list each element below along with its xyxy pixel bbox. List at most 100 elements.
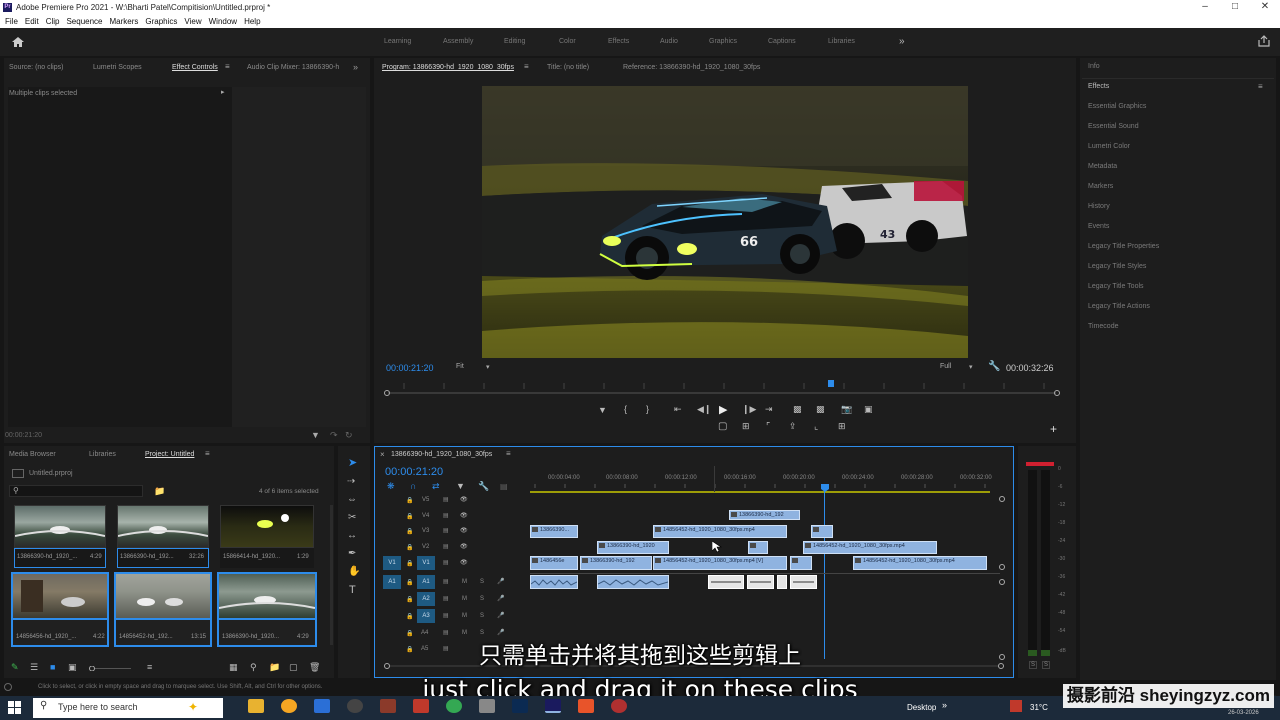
more-tabs-icon[interactable]: » [353,62,358,72]
timeline-audio-clip[interactable] [597,575,669,589]
tab-effect-controls[interactable]: Effect Controls [172,64,218,71]
app-icon[interactable] [413,699,429,713]
track-label-a2[interactable]: A2 [417,592,435,606]
nest-icon[interactable]: ❋ [387,481,395,492]
sync-lock-icon[interactable]: ▤ [443,543,449,550]
source-patch-a1[interactable]: A1 [383,575,401,589]
project-thumbnail[interactable] [114,572,212,620]
workspace-editing[interactable]: Editing [504,38,525,45]
timeline-clip-v2[interactable]: 13866390-hd_1920 [597,541,669,554]
eye-icon[interactable]: 👁 [460,527,468,534]
windows-start-icon[interactable] [8,701,22,715]
menu-markers[interactable]: Markers [110,17,139,26]
premiere-taskbar-icon[interactable] [545,699,561,713]
source-patch-v1[interactable]: V1 [383,556,401,570]
desktop-toolbar[interactable]: Desktop [907,703,936,712]
workspace-learning[interactable]: Learning [384,38,411,45]
timeline-clip-v1[interactable]: 14856452-hd_1920_1080_30fps.mp4 [V] [653,556,787,570]
project-thumbnail[interactable] [14,505,106,548]
tab-media-browser[interactable]: Media Browser [9,451,56,458]
eye-icon[interactable]: 👁 [460,496,468,503]
panel-legacy-title-properties[interactable]: Legacy Title Properties [1088,243,1159,250]
sync-lock-icon[interactable]: ▤ [443,595,449,602]
go-to-next-edit-icon[interactable]: ⌞ [814,421,818,432]
tab-reference[interactable]: Reference: 13866390-hd_1920_1080_30fps [623,64,760,71]
tab-libraries[interactable]: Libraries [89,451,116,458]
solo-button[interactable]: S [480,579,484,585]
tab-audio-clip-mixer[interactable]: Audio Clip Mixer: 13866390-h [247,64,339,71]
solo-button[interactable]: S [480,596,484,602]
lock-icon[interactable]: 🔒 [406,513,413,520]
lock-icon[interactable]: 🔒 [406,528,413,535]
app-icon[interactable] [380,699,396,713]
eye-icon[interactable]: 👁 [460,512,468,519]
microphone-icon[interactable]: 🎤 [497,629,504,636]
timeline-clip-v1[interactable]: 14856452-hd_1920_1080_30fps.mp4 [853,556,987,570]
ripple-icon[interactable]: ⊞ [838,421,846,432]
weather-temperature[interactable]: 31°C [1030,703,1048,712]
sync-lock-icon[interactable]: ▤ [443,612,449,619]
workspace-captions[interactable]: Captions [768,38,796,45]
app-icon[interactable] [611,699,627,713]
lock-icon[interactable]: 🔒 [406,613,413,620]
trim-icon[interactable]: ⊞ [742,421,750,432]
tray-app-icon[interactable] [1010,700,1022,712]
app-icon[interactable] [347,699,363,713]
mute-button[interactable]: M [462,579,467,585]
new-bin-icon[interactable]: 📁 [154,486,165,497]
app-icon[interactable] [281,699,297,713]
razor-tool-icon[interactable]: ✂ [348,512,356,523]
brave-icon[interactable] [578,699,594,713]
settings-wrench-icon[interactable]: 🔧 [478,481,489,492]
mute-button[interactable]: M [462,596,467,602]
go-to-prev-edit-icon[interactable]: ⌜ [766,421,770,432]
mute-button[interactable]: M [462,613,467,619]
app-icon[interactable] [479,699,495,713]
workspace-audio[interactable]: Audio [660,38,678,45]
project-scrollbar[interactable] [330,505,333,645]
project-thumbnail[interactable] [217,572,317,620]
lock-icon[interactable]: 🔒 [406,560,413,567]
solo-button[interactable]: S [480,613,484,619]
go-to-in-icon[interactable]: ⇤ [674,404,682,415]
workspace-assembly[interactable]: Assembly [443,38,473,45]
project-thumbnail[interactable] [11,572,109,620]
mark-in-icon[interactable]: { [624,404,627,414]
share-icon[interactable] [1258,35,1270,47]
taskbar-date[interactable]: 26-03-2026 [1228,710,1259,716]
expand-arrow-icon[interactable]: ▸ [221,88,225,96]
lock-icon[interactable]: 🔒 [406,596,413,603]
workspace-libraries[interactable]: Libraries [828,38,855,45]
panel-events[interactable]: Events [1088,223,1109,230]
project-search-input[interactable]: ⚲ [9,485,143,497]
go-to-out-icon[interactable]: ⇥ [765,404,773,415]
step-forward-icon[interactable]: ❙▶ [742,404,756,415]
maximize-icon[interactable]: □ [1220,0,1250,15]
eye-icon[interactable]: 👁 [460,559,468,566]
panel-legacy-title-actions[interactable]: Legacy Title Actions [1088,303,1150,310]
export-frame-icon[interactable]: ↷ [330,430,338,441]
project-menu-icon[interactable]: ≡ [205,449,210,458]
home-icon[interactable] [11,36,25,48]
file-explorer-icon[interactable] [248,699,264,713]
more-workspaces-icon[interactable]: » [899,36,905,47]
photoshop-icon[interactable] [512,699,528,713]
mark-out-icon[interactable]: } [646,404,649,414]
track-label-v4[interactable]: V4 [422,513,429,519]
effects-menu-icon[interactable]: ≡ [1258,82,1263,91]
sync-lock-icon[interactable]: ▤ [443,559,449,566]
type-tool-icon[interactable]: T [349,584,356,596]
ripple-edit-tool-icon[interactable]: ⇔ [347,494,357,505]
timeline-audio-clip[interactable] [777,575,787,589]
timeline-menu-icon[interactable]: ≡ [506,449,511,458]
menu-clip[interactable]: Clip [46,17,60,26]
track-label-v3[interactable]: V3 [422,528,429,534]
workspace-effects[interactable]: Effects [608,38,629,45]
timeline-audio-clip[interactable] [708,575,744,589]
sync-lock-icon[interactable]: ▤ [443,512,449,519]
sync-lock-icon[interactable]: ▤ [443,527,449,534]
tab-program[interactable]: Program: 13866390-hd_1920_1080_30fps [382,64,514,71]
playback-resolution-dropdown[interactable]: Full ▾ [940,363,978,373]
lock-icon[interactable]: 🔒 [406,544,413,551]
panel-history[interactable]: History [1088,203,1110,210]
